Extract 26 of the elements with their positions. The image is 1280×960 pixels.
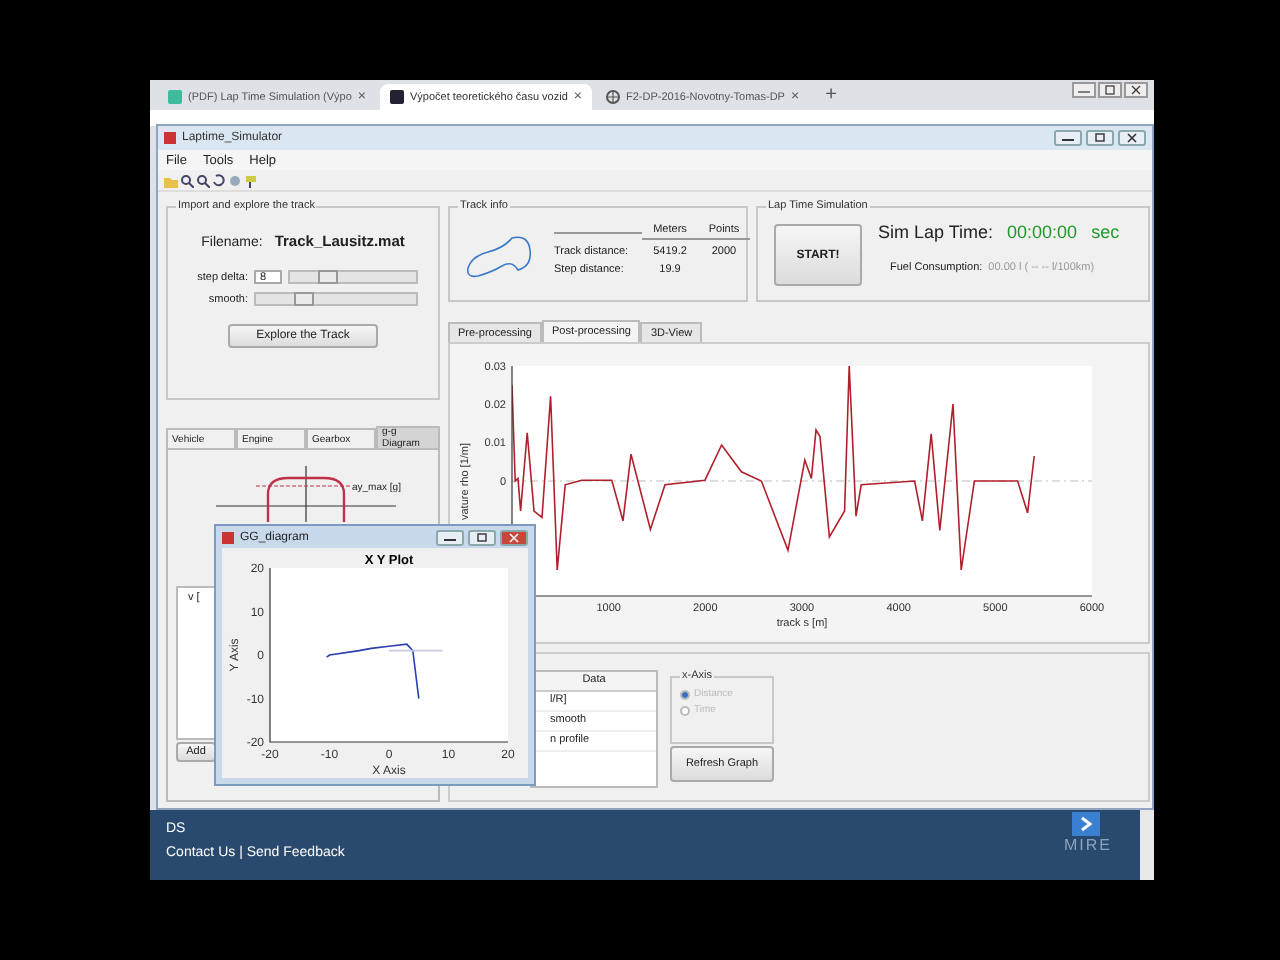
lap-time-value: 00:00:00 <box>1007 222 1078 242</box>
maximize-button[interactable] <box>1098 82 1122 98</box>
close-button[interactable] <box>1118 130 1146 146</box>
maximize-button[interactable] <box>1086 130 1114 146</box>
logo: MIRE <box>1064 836 1112 854</box>
globe-icon <box>606 90 620 104</box>
maximize-button[interactable] <box>468 529 496 545</box>
rotate-icon[interactable] <box>212 173 226 187</box>
zoom-in-icon[interactable] <box>180 173 194 187</box>
scrollbar[interactable] <box>1140 810 1154 880</box>
minimize-button[interactable] <box>436 529 464 545</box>
next-arrow-button[interactable] <box>1072 812 1100 836</box>
app-icon <box>164 132 176 144</box>
slider-thumb[interactable] <box>317 270 338 284</box>
unit-label: sec <box>1091 222 1120 242</box>
close-button[interactable] <box>500 529 528 545</box>
app-icon <box>222 531 234 543</box>
close-button[interactable] <box>1124 82 1148 98</box>
new-tab-button[interactable]: + <box>813 84 849 106</box>
site-icon <box>168 90 182 104</box>
minimize-button[interactable] <box>1054 130 1082 146</box>
site-icon <box>390 90 405 104</box>
field-label: Sim Lap Time: <box>878 222 994 242</box>
slider-thumb[interactable] <box>294 292 314 306</box>
slider[interactable] <box>254 292 418 306</box>
slider[interactable] <box>288 270 418 284</box>
